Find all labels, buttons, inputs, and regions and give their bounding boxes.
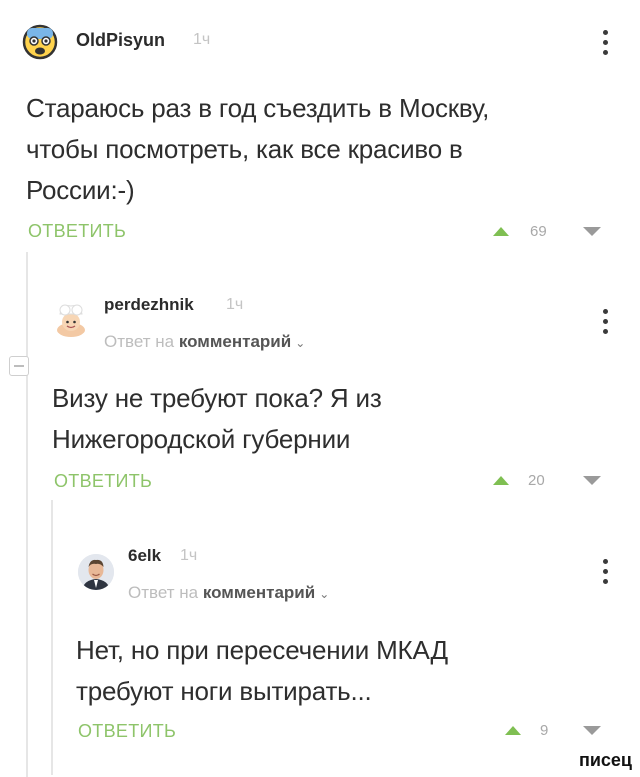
reply-to-target: комментарий [202,583,316,602]
vote-score: 20 [528,472,545,489]
vote-score: 9 [540,722,549,739]
chevron-down-icon: ⌄ [319,587,330,601]
downvote-icon[interactable] [583,726,601,735]
comment-text: Визу не требуют пока? Я из Нижегородской… [52,378,612,460]
reply-to-prefix: Ответ на [128,583,199,602]
collapse-thread-button[interactable] [9,356,29,376]
upvote-icon[interactable] [493,476,509,485]
comment-text-line: Стараюсь раз в год съездить в Москву, [26,93,490,123]
thread-line [51,500,53,775]
username[interactable]: perdezhnik [104,295,194,315]
thread-line [26,252,28,777]
timestamp: 1ч [180,547,198,564]
avatar[interactable] [52,300,90,338]
username[interactable]: OldPisyun [76,30,165,51]
comment-text-line: Нет, но при пересечении МКАД [76,635,448,665]
timestamp: 1ч [193,31,211,48]
anxious-face-emoji-icon [22,24,58,60]
downvote-icon[interactable] [583,476,601,485]
reply-button[interactable]: ОТВЕТИТЬ [28,221,126,242]
comment-text: Нет, но при пересечении МКАД требуют ног… [76,630,616,712]
watermark: писец [578,750,632,770]
vote-score: 69 [530,223,547,240]
upvote-icon[interactable] [493,227,509,236]
reply-to-link[interactable]: Ответ на комментарий ⌄ [128,583,329,603]
reply-to-prefix: Ответ на [104,332,175,351]
timestamp: 1ч [226,296,244,313]
comment-text-line: Нижегородской губернии [52,424,351,454]
more-options-icon[interactable] [603,309,609,334]
reply-to-target: комментарий [178,332,292,351]
reply-to-link[interactable]: Ответ на комментарий ⌄ [104,332,305,352]
downvote-icon[interactable] [583,227,601,236]
more-options-icon[interactable] [603,559,609,584]
comment-text-line: чтобы посмотреть, как все красиво в [26,134,463,164]
man-photo-avatar-icon [78,554,114,590]
upvote-icon[interactable] [505,726,521,735]
comment-text-line: России:-) [26,175,135,205]
reply-button[interactable]: ОТВЕТИТЬ [54,471,152,492]
comment-text-line: требуют ноги вытирать... [76,676,372,706]
avatar[interactable] [22,24,58,60]
chevron-down-icon: ⌄ [295,336,306,350]
chef-avatar-icon [57,304,85,337]
comment-text: Стараюсь раз в год съездить в Москву, чт… [26,88,626,211]
more-options-icon[interactable] [603,30,609,55]
reply-button[interactable]: ОТВЕТИТЬ [78,721,176,742]
avatar[interactable] [78,554,114,590]
comment-text-line: Визу не требуют пока? Я из [52,383,382,413]
username[interactable]: 6elk [128,546,161,566]
